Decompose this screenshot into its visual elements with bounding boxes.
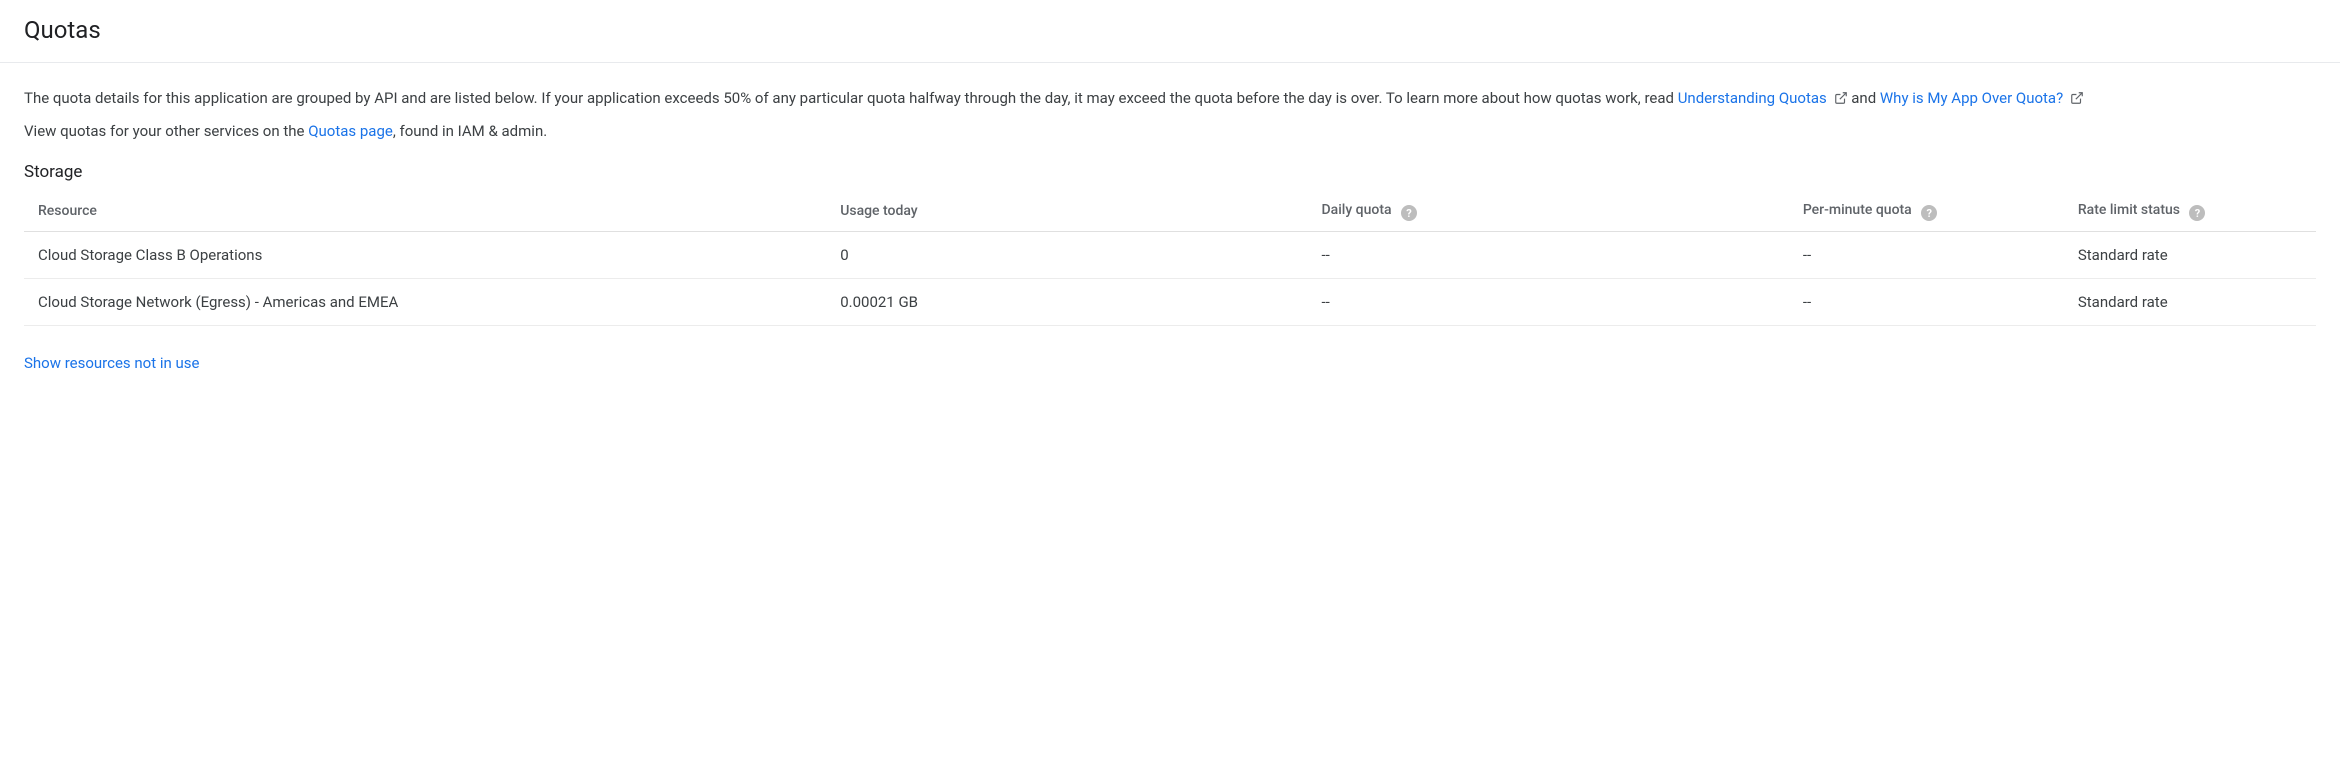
over-quota-link[interactable]: Why is My App Over Quota?	[1880, 89, 2084, 107]
header-bar: Quotas	[0, 0, 2340, 63]
col-header-perminute-text: Per-minute quota	[1803, 202, 1912, 218]
col-header-resource: Resource	[24, 192, 826, 232]
table-row: Cloud Storage Class B Operations 0 -- --…	[24, 232, 2316, 279]
description-secondary-prefix: View quotas for your other services on t…	[24, 122, 308, 140]
col-header-usage-text: Usage today	[840, 203, 917, 219]
cell-daily: --	[1308, 279, 1789, 326]
quotas-page-link[interactable]: Quotas page	[308, 122, 393, 140]
external-link-icon	[1834, 91, 1848, 105]
col-header-usage: Usage today	[826, 192, 1307, 232]
understanding-quotas-link-text: Understanding Quotas	[1678, 89, 1827, 107]
over-quota-link-text: Why is My App Over Quota?	[1880, 89, 2063, 107]
cell-perminute: --	[1789, 232, 2064, 279]
quota-table: Resource Usage today Daily quota ? Per-m…	[24, 192, 2316, 327]
description-text-2: and	[1851, 89, 1880, 107]
description-secondary-suffix: , found in IAM & admin.	[393, 122, 547, 140]
cell-usage: 0.00021 GB	[826, 279, 1307, 326]
cell-daily: --	[1308, 232, 1789, 279]
description-paragraph: The quota details for this application a…	[24, 87, 2316, 110]
show-resources-link-text: Show resources not in use	[24, 354, 199, 372]
content-area: The quota details for this application a…	[0, 63, 2340, 372]
description-text-1: The quota details for this application a…	[24, 89, 1678, 107]
col-header-daily-text: Daily quota	[1322, 202, 1392, 218]
cell-rate: Standard rate	[2064, 232, 2316, 279]
description-secondary: View quotas for your other services on t…	[24, 120, 2316, 143]
table-header-row: Resource Usage today Daily quota ? Per-m…	[24, 192, 2316, 232]
external-link-icon	[2070, 91, 2084, 105]
help-icon[interactable]: ?	[1401, 205, 1417, 221]
col-header-rate: Rate limit status ?	[2064, 192, 2316, 232]
table-body: Cloud Storage Class B Operations 0 -- --…	[24, 232, 2316, 326]
table-row: Cloud Storage Network (Egress) - America…	[24, 279, 2316, 326]
help-icon[interactable]: ?	[2189, 205, 2205, 221]
cell-rate: Standard rate	[2064, 279, 2316, 326]
col-header-resource-text: Resource	[38, 203, 97, 219]
help-icon[interactable]: ?	[1921, 205, 1937, 221]
show-resources-container: Show resources not in use	[24, 354, 2316, 372]
cell-resource: Cloud Storage Class B Operations	[24, 232, 826, 279]
col-header-rate-text: Rate limit status	[2078, 202, 2180, 218]
col-header-daily: Daily quota ?	[1308, 192, 1789, 232]
quotas-page-link-text: Quotas page	[308, 122, 393, 140]
section-title-storage: Storage	[24, 162, 2316, 182]
cell-usage: 0	[826, 232, 1307, 279]
understanding-quotas-link[interactable]: Understanding Quotas	[1678, 89, 1852, 107]
cell-perminute: --	[1789, 279, 2064, 326]
cell-resource: Cloud Storage Network (Egress) - America…	[24, 279, 826, 326]
show-resources-link[interactable]: Show resources not in use	[24, 354, 199, 372]
col-header-perminute: Per-minute quota ?	[1789, 192, 2064, 232]
page-title: Quotas	[24, 16, 2316, 44]
